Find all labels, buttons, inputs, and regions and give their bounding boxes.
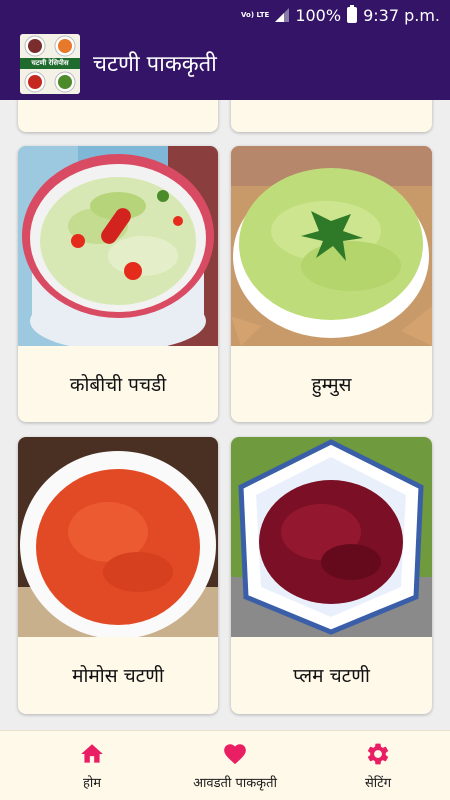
app-logo-text: चटणी रेसिपीस (31, 59, 69, 67)
signal-icon (275, 8, 290, 22)
recipe-card[interactable]: हुम्मुस (231, 146, 432, 422)
recipe-card-partial[interactable] (18, 100, 218, 132)
recipe-title: कोबीची पचडी (69, 374, 167, 396)
volte-indicator: Vo) LTE (240, 11, 270, 19)
recipe-card[interactable]: प्लम चटणी (231, 437, 432, 714)
app-bar: चटणी रेसिपीस चटणी पाककृती (0, 30, 450, 100)
app-logo: चटणी रेसिपीस (20, 34, 80, 94)
nav-settings[interactable]: सेटिंग (326, 731, 430, 800)
recipe-image (18, 146, 218, 346)
recipe-image (231, 146, 432, 346)
recipe-title: मोमोस चटणी (72, 665, 164, 687)
nav-home[interactable]: होम (40, 731, 144, 800)
nav-settings-label: सेटिंग (364, 776, 392, 791)
recipe-card[interactable]: कोबीची पचडी (18, 146, 218, 422)
app-title: चटणी पाककृती (93, 52, 217, 77)
bottom-navigation: होम आवडती पाककृती सेटिंग (0, 730, 450, 800)
battery-icon (347, 5, 358, 23)
recipe-image (18, 437, 218, 637)
nav-favorites[interactable]: आवडती पाककृती (170, 731, 300, 800)
status-time: 9:37 p.m. (363, 5, 440, 25)
status-indicators: Vo) LTE 100% 9:37 p.m. (241, 0, 440, 30)
nav-home-label: होम (82, 776, 102, 791)
recipe-card[interactable]: मोमोस चटणी (18, 437, 218, 714)
home-icon (81, 744, 103, 763)
nav-favorites-label: आवडती पाककृती (193, 776, 277, 791)
recipe-image (231, 437, 432, 637)
recipe-title: प्लम चटणी (293, 665, 370, 687)
gear-icon (367, 743, 389, 765)
battery-percentage: 100% (295, 5, 342, 25)
recipe-card-partial[interactable] (231, 100, 432, 132)
recipe-grid[interactable]: कोबीची पचडी हुम्मुस मोमोस चटणी प्लम चटणी (0, 100, 450, 730)
status-bar: Vo) LTE 100% 9:37 p.m. (0, 0, 450, 30)
heart-icon (224, 744, 246, 765)
recipe-title: हुम्मुस (311, 374, 352, 396)
